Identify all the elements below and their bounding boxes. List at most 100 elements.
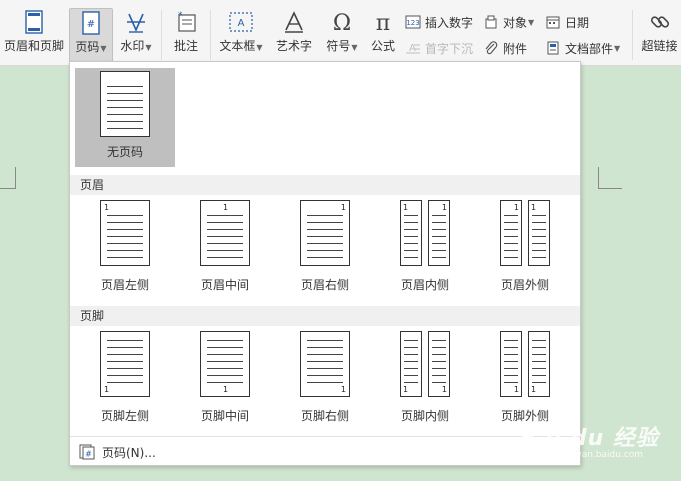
comment-label: 批注 [173,39,198,53]
facing-pages-thumbnail: 1 1 [400,331,450,397]
no-page-number-option[interactable]: 无页码 [75,68,175,167]
header-left-label: 页眉左侧 [100,278,149,292]
page-number-icon: # [78,444,96,460]
pi-icon: π [370,8,396,36]
baidu-jingyan-watermark: Bai du 经验 jingyan.baidu.com [520,420,670,470]
header-inside-label: 页眉内侧 [400,278,449,292]
chevron-down-icon: ▼ [614,43,621,53]
page-thumbnail: 1 [200,200,250,266]
page-thumbnail: 1 [300,200,350,266]
chevron-down-icon: ▼ [100,44,107,53]
symbol-button[interactable]: Ω 符号▼ [323,8,361,62]
word-art-button[interactable]: 艺术字 [274,8,314,62]
object-button[interactable]: 对象 ▼ [482,12,534,32]
omega-icon: Ω [329,8,355,36]
hyperlink-button[interactable]: 超链接 [638,8,681,62]
chevron-down-icon: ▼ [351,43,358,52]
header-inside-option[interactable]: 1 1 页眉内侧 [375,200,475,300]
header-footer-icon [21,8,47,36]
watermark-icon [123,8,149,36]
word-art-icon [281,8,307,36]
page-number-button[interactable]: # 页码▼ [69,8,113,62]
doc-parts-button[interactable]: 文档部件 ▼ [544,38,620,58]
paperclip-icon [482,40,500,56]
hyperlink-label: 超链接 [641,39,678,53]
page-thumbnail: 1 [200,331,250,397]
page-number-settings-item[interactable]: # 页码(N)... [78,442,156,462]
svg-text:*: * [178,11,183,21]
svg-text:#: # [85,450,92,459]
drop-cap-button[interactable]: A 首字下沉 [404,38,473,58]
footer-inside-option[interactable]: 1 1 页脚内侧 [375,331,475,431]
drop-cap-icon: A [404,40,422,56]
no-page-number-label: 无页码 [106,145,143,159]
watermark-button[interactable]: 水印▼ [116,8,156,62]
ribbon-toolbar: 页眉和页脚 # 页码▼ 水印▼ * 批注 A 文本框▼ 艺术字 Ω 符号▼ π … [0,0,681,66]
footer-left-option[interactable]: 1 页脚左侧 [75,331,175,431]
insert-number-button[interactable]: 123 插入数字 [404,12,473,32]
watermark-label: 水印▼ [120,39,152,53]
chevron-down-icon: ▼ [145,43,152,52]
chevron-down-icon: ▼ [528,17,535,27]
ribbon-divider [632,10,633,60]
object-icon [482,14,500,30]
page-thumbnail [100,71,150,137]
page-number-label: 页码▼ [75,40,107,54]
calendar-icon [544,14,562,30]
page-number-icon: # [78,9,104,37]
doc-parts-icon [544,40,562,56]
formula-label: 公式 [370,39,395,53]
facing-pages-thumbnail: 1 1 [500,331,550,397]
svg-text:123: 123 [406,19,419,27]
attachment-label: 附件 [503,41,528,56]
text-box-icon: A [228,8,254,36]
drop-cap-label: 首字下沉 [425,41,474,56]
svg-text:π: π [376,11,390,34]
svg-text:A: A [238,18,245,29]
comment-icon: * [173,8,199,36]
page-thumbnail: 1 [300,331,350,397]
menu-divider [70,436,580,437]
insert-number-label: 插入数字 [425,15,474,30]
page-thumbnail: 1 [100,200,150,266]
link-icon [647,8,673,36]
facing-pages-thumbnail: 1 1 [500,200,550,266]
formula-button[interactable]: π 公式 [366,8,400,62]
footer-inside-label: 页脚内侧 [400,409,449,423]
ribbon-divider [210,10,211,60]
number-box-icon: 123 [404,14,422,30]
ribbon-divider [161,10,162,60]
symbol-label: 符号▼ [326,39,358,53]
svg-text:#: # [87,19,95,30]
header-outside-option[interactable]: 1 1 页眉外侧 [475,200,575,300]
facing-pages-thumbnail: 1 1 [400,200,450,266]
date-label: 日期 [565,15,590,30]
attachment-button[interactable]: 附件 [482,38,527,58]
footer-section-title: 页脚 [70,306,580,326]
comment-button[interactable]: * 批注 [168,8,204,62]
word-art-label: 艺术字 [275,39,312,53]
header-right-label: 页眉右侧 [300,278,349,292]
header-right-option[interactable]: 1 页眉右侧 [275,200,375,300]
chevron-down-icon: ▼ [256,43,263,52]
header-left-option[interactable]: 1 页眉左侧 [75,200,175,300]
date-button[interactable]: 日期 [544,12,589,32]
page-thumbnail: 1 [100,331,150,397]
footer-center-option[interactable]: 1 页脚中间 [175,331,275,431]
header-outside-label: 页眉外侧 [500,278,549,292]
page-number-settings-label: 页码(N)... [102,445,156,460]
footer-outside-option[interactable]: 1 1 页脚外侧 [475,331,575,431]
object-label: 对象 [503,15,528,30]
header-footer-button[interactable]: 页眉和页脚 [2,8,66,62]
doc-parts-label: 文档部件 [565,41,614,56]
footer-center-label: 页脚中间 [200,409,249,423]
footer-left-label: 页脚左侧 [100,409,149,423]
text-box-button[interactable]: A 文本框▼ [216,8,266,62]
header-footer-label: 页眉和页脚 [3,39,64,53]
watermark-brand: Bai du 经验 [520,426,659,451]
footer-right-label: 页脚右侧 [300,409,349,423]
page-number-dropdown: 无页码 页眉 1 页眉左侧 1 页眉中间 1 页眉右侧 1 1 页眉内侧 1 1… [69,61,581,466]
header-center-option[interactable]: 1 页眉中间 [175,200,275,300]
footer-right-option[interactable]: 1 页脚右侧 [275,331,375,431]
svg-text:Ω: Ω [333,11,351,34]
